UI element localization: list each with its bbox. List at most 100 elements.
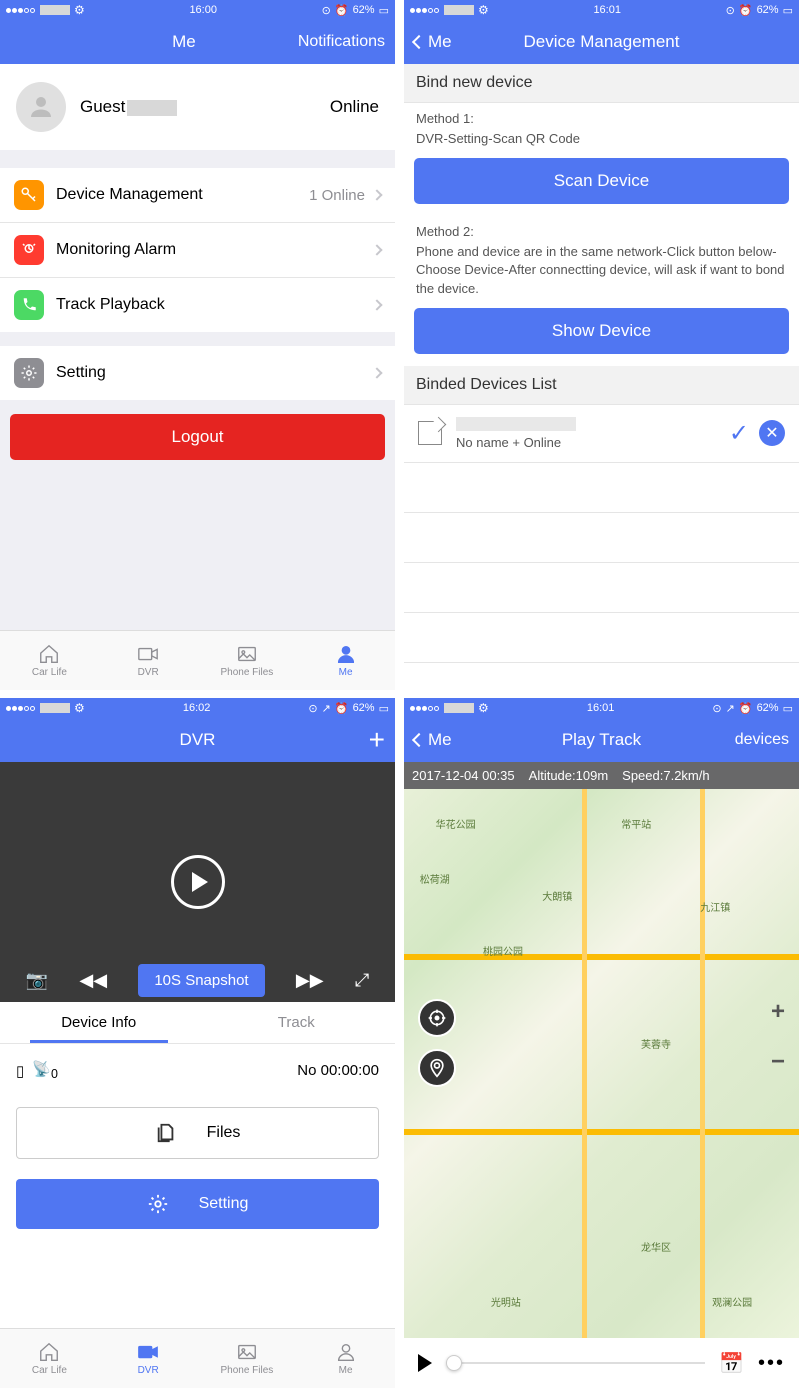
car-location-button[interactable] (418, 1049, 456, 1087)
list-item (404, 513, 799, 563)
scan-device-button[interactable]: Scan Device (414, 158, 789, 204)
back-button[interactable]: Me (414, 730, 474, 750)
satellite-icon: 📡0 (32, 1060, 58, 1081)
screen-dvr: ⚙ 16:02 ⊙↗⏰62%▭ DVR + 📷 ◀◀ 10S Snapshot … (0, 698, 395, 1388)
chevron-left-icon (412, 733, 426, 747)
map-view[interactable]: 华花公园 松荷湖 桃园公园 常平站 九江镇 芙蓉寺 龙华区 光明站 观澜公园 大… (404, 789, 799, 1338)
alarm-icon (14, 235, 44, 265)
add-button[interactable]: + (369, 724, 385, 755)
zoom-in-button[interactable]: + (765, 999, 791, 1025)
nav-bar: Me Notifications (0, 20, 395, 64)
list-item (404, 613, 799, 663)
page-title: Device Management (474, 32, 729, 52)
back-button[interactable]: Me (414, 32, 474, 52)
page-title: Me (70, 32, 298, 52)
track-speed: Speed:7.2km/h (622, 768, 709, 783)
forward-button[interactable]: ▶▶ (296, 970, 324, 991)
check-icon[interactable]: ✓ (729, 419, 749, 448)
status-bar: ⚙ 16:02 ⊙↗⏰62%▭ (0, 698, 395, 718)
tab-car-life[interactable]: Car Life (0, 1329, 99, 1388)
lock-icon: ⊙ (322, 4, 331, 17)
status-time: 16:00 (189, 4, 217, 16)
camera-icon[interactable]: 📷 (26, 970, 48, 991)
snapshot-button[interactable]: 10S Snapshot (138, 964, 264, 997)
method-2-label: Method 2: (404, 216, 799, 243)
method-1-desc: DVR-Setting-Scan QR Code (404, 130, 799, 158)
zoom-out-button[interactable]: − (765, 1049, 791, 1075)
list-item (404, 463, 799, 513)
files-button[interactable]: Files (16, 1107, 379, 1159)
fullscreen-button[interactable]: ⤢ (355, 970, 369, 991)
screen-play-track: ⚙ 16:01 ⊙↗⏰62%▭ Me Play Track devices 20… (404, 698, 799, 1388)
chevron-right-icon (371, 189, 382, 200)
player-bar: 📅 ••• (404, 1338, 799, 1388)
page-title: DVR (70, 730, 325, 750)
chevron-right-icon (371, 299, 382, 310)
list-item (404, 563, 799, 613)
method-1-label: Method 1: (404, 103, 799, 130)
status-time: 16:02 (183, 702, 211, 714)
player-play-button[interactable] (418, 1354, 432, 1372)
user-status: Online (330, 97, 379, 117)
tabbar: Car Life DVR Phone Files Me (0, 1328, 395, 1388)
avatar (16, 82, 66, 132)
notifications-button[interactable]: Notifications (298, 33, 385, 51)
status-time: 16:01 (593, 4, 621, 16)
edit-icon[interactable] (418, 421, 442, 445)
row-monitoring-alarm[interactable]: Monitoring Alarm (0, 223, 395, 278)
tab-phone-files[interactable]: Phone Files (198, 1329, 297, 1388)
delete-button[interactable]: ✕ (759, 420, 785, 446)
more-button[interactable]: ••• (758, 1352, 785, 1375)
track-altitude: Altitude:109m (529, 768, 609, 783)
wifi-icon: ⚙ (74, 3, 85, 17)
screen-device-management: ⚙ 16:01 ⊙⏰62%▭ Me Device Management Bind… (404, 0, 799, 690)
method-2-desc: Phone and device are in the same network… (404, 243, 799, 308)
show-device-button[interactable]: Show Device (414, 308, 789, 354)
tab-device-info[interactable]: Device Info (0, 1002, 198, 1043)
calendar-button[interactable]: 📅 (719, 1351, 744, 1376)
user-name: Guest (80, 97, 125, 116)
logout-button[interactable]: Logout (10, 414, 385, 460)
recording-no: No 00:00:00 (297, 1062, 379, 1079)
nav-bar: Me Play Track devices (404, 718, 799, 762)
tab-dvr[interactable]: DVR (99, 1329, 198, 1388)
status-bar: ⚙ 16:01 ⊙↗⏰62%▭ (404, 698, 799, 718)
chevron-left-icon (412, 35, 426, 49)
nav-bar: DVR + (0, 718, 395, 762)
page-title: Play Track (474, 730, 729, 750)
user-row[interactable]: Guest Online (0, 64, 395, 150)
gear-icon (147, 1193, 169, 1215)
screen-me: ⚙ 16:00 ⊙⏰62%▭ Me Notifications Guest On… (0, 0, 395, 690)
battery-icon: ▭ (379, 4, 389, 17)
row-track-playback[interactable]: Track Playback (0, 278, 395, 332)
tab-car-life[interactable]: Car Life (0, 631, 99, 690)
tab-track[interactable]: Track (198, 1002, 396, 1043)
device-status: No name + Online (456, 435, 729, 450)
play-button[interactable] (171, 855, 225, 909)
slider-thumb[interactable] (446, 1355, 462, 1371)
row-setting[interactable]: Setting (0, 346, 395, 400)
setting-button[interactable]: Setting (16, 1179, 379, 1229)
device-info-row: ▯ 📡0 No 00:00:00 (0, 1044, 395, 1097)
key-icon (14, 180, 44, 210)
alarm-icon: ⏰ (335, 4, 349, 17)
progress-slider[interactable] (446, 1362, 705, 1364)
section-binded-list: Binded Devices List (404, 366, 799, 405)
device-row[interactable]: No name + Online ✓ ✕ (404, 405, 799, 463)
row-device-management[interactable]: Device Management 1 Online (0, 168, 395, 223)
tab-me[interactable]: Me (296, 1329, 395, 1388)
devices-button[interactable]: devices (729, 731, 789, 749)
tab-dvr[interactable]: DVR (99, 631, 198, 690)
status-bar: ⚙ 16:00 ⊙⏰62%▭ (0, 0, 395, 20)
chevron-right-icon (371, 367, 382, 378)
tab-me[interactable]: Me (296, 631, 395, 690)
rewind-button[interactable]: ◀◀ (79, 970, 107, 991)
phone-icon (14, 290, 44, 320)
chevron-right-icon (371, 244, 382, 255)
locate-button[interactable] (418, 999, 456, 1037)
video-player[interactable]: 📷 ◀◀ 10S Snapshot ▶▶ ⤢ (0, 762, 395, 1002)
section-bind-new: Bind new device (404, 64, 799, 103)
status-bar: ⚙ 16:01 ⊙⏰62%▭ (404, 0, 799, 20)
files-icon (155, 1122, 177, 1144)
tab-phone-files[interactable]: Phone Files (198, 631, 297, 690)
